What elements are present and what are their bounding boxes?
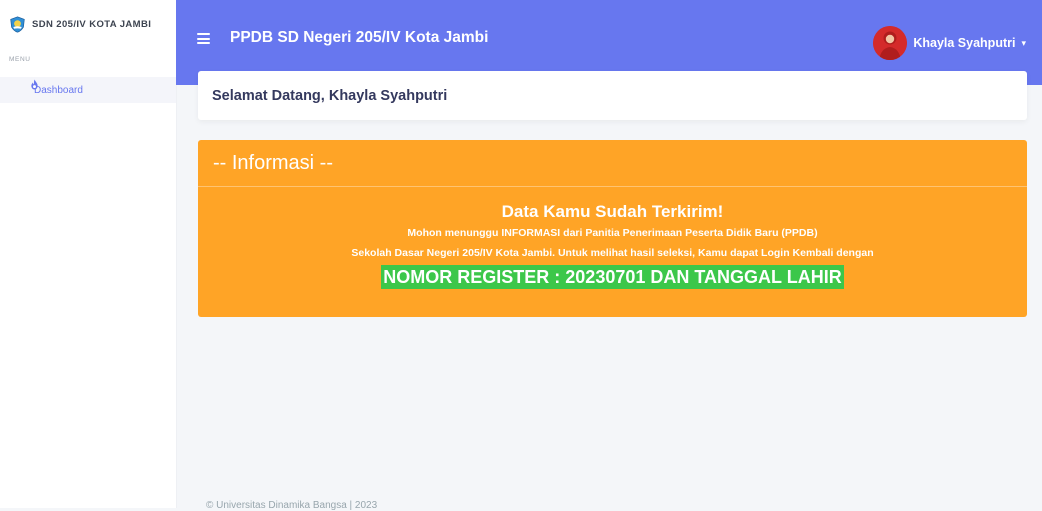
school-logo-icon bbox=[10, 16, 25, 33]
info-line-1-post: dari Panitia Penerimaan Peserta Didik Ba… bbox=[560, 227, 818, 239]
user-name[interactable]: Khayla Syahputri bbox=[913, 36, 1015, 50]
chevron-down-icon[interactable]: ▾ bbox=[1021, 38, 1026, 49]
welcome-message: Selamat Datang, Khayla Syahputri bbox=[212, 88, 448, 104]
app-title: PPDB SD Negeri 205/IV Kota Jambi bbox=[230, 29, 489, 46]
sidebar-item-label: Dashboard bbox=[34, 84, 83, 96]
info-line-1-bold: INFORMASI bbox=[501, 227, 561, 239]
brand-name: SDN 205/IV KOTA JAMBI bbox=[32, 19, 152, 30]
info-card-body: Data Kamu Sudah Terkirim! Mohon menunggu… bbox=[198, 201, 1027, 289]
user-dropdown[interactable]: Khayla Syahputri ▾ bbox=[873, 26, 1026, 60]
brand[interactable]: SDN 205/IV KOTA JAMBI bbox=[9, 16, 151, 33]
user-avatar-icon bbox=[873, 26, 908, 60]
sidebar: SDN 205/IV KOTA JAMBI MENU Dashboard bbox=[0, 0, 177, 508]
info-card: -- Informasi -- Data Kamu Sudah Terkirim… bbox=[198, 140, 1027, 317]
info-card-header: -- Informasi -- bbox=[198, 140, 1027, 187]
footer-text: © Universitas Dinamika Bangsa | 2023 bbox=[206, 500, 378, 511]
sidebar-item-dashboard[interactable]: Dashboard bbox=[0, 77, 176, 103]
info-line-1: Mohon menunggu INFORMASI dari Panitia Pe… bbox=[198, 223, 1027, 243]
info-title: Data Kamu Sudah Terkirim! bbox=[501, 202, 724, 221]
info-line-1-pre: Mohon menunggu bbox=[407, 227, 502, 239]
avatar[interactable] bbox=[873, 26, 908, 60]
fire-icon bbox=[31, 79, 38, 90]
register-number-highlight: NOMOR REGISTER : 20230701 DAN TANGGAL LA… bbox=[381, 265, 844, 289]
welcome-card: Selamat Datang, Khayla Syahputri bbox=[198, 71, 1027, 120]
menu-section-label: MENU bbox=[9, 56, 31, 63]
hamburger-menu-icon[interactable] bbox=[197, 33, 210, 44]
info-line-2: Sekolah Dasar Negeri 205/IV Kota Jambi. … bbox=[351, 247, 874, 259]
